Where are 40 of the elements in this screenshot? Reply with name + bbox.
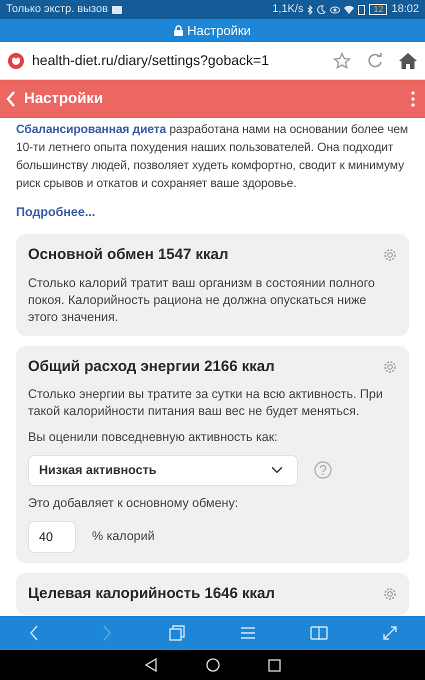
page-title: Настройки <box>187 22 251 40</box>
nav-recents-icon[interactable] <box>268 658 281 672</box>
clock-time: 18:02 <box>391 2 419 18</box>
header-title: Настройки <box>24 88 104 109</box>
percent-unit: % калорий <box>92 528 155 546</box>
battery-level: 12 <box>369 4 388 15</box>
moon-icon <box>317 5 326 14</box>
url-text[interactable]: health-diet.ru/diary/settings?goback=1 <box>32 50 269 71</box>
settings-icon[interactable] <box>383 586 397 601</box>
sim-icon <box>358 4 366 14</box>
more-options-icon[interactable] <box>411 91 415 107</box>
card-description: Столько энергии вы тратите за сутки на всю активность. При такой калорийности питания ваш вес не будет меняться. <box>28 386 384 420</box>
tabs-icon[interactable] <box>167 623 188 643</box>
message-icon <box>112 6 122 14</box>
bluetooth-icon <box>307 4 314 14</box>
activity-label: Вы оценили повседневную активность как: <box>28 429 279 446</box>
settings-icon[interactable] <box>383 360 397 374</box>
lock-icon <box>174 25 184 36</box>
eye-icon <box>330 6 340 14</box>
carrier-text: Только экстр. вызов <box>6 2 108 18</box>
star-icon[interactable] <box>333 52 351 70</box>
help-icon[interactable] <box>314 461 332 480</box>
percent-input[interactable]: 40 <box>28 520 76 552</box>
card-title: Общий расход энергии 2166 ккал <box>28 356 275 376</box>
site-logo-icon <box>8 52 24 68</box>
card-description: Столько калорий тратит ваш организм в состоянии полного покоя. Калорийность рациона не должна опускаться ниже этого значения. <box>28 274 376 326</box>
more-link[interactable]: Подробнее... <box>16 205 96 219</box>
intro-paragraph: Сбалансированная диета разработана нами на основании более чем 10-ти летнего опыта похудения наших пользователей. Она подходит большинству людей, позволяет худеть комфортно, сводит к минимуму риск срывов и откатов и сохраняет ваше здоровье. <box>16 121 409 192</box>
card-title: Основной обмен 1547 ккал <box>28 245 228 265</box>
back-icon[interactable] <box>6 91 16 107</box>
added-label: Это добавляет к основному обмену: <box>28 494 240 512</box>
card-title: Целевая калорийность 1646 ккал <box>28 584 275 604</box>
wifi-icon <box>344 5 354 14</box>
settings-icon[interactable] <box>383 248 397 262</box>
network-speed: 1,1K/s <box>272 2 304 18</box>
activity-select[interactable]: Низкая активность <box>28 454 298 486</box>
home-icon[interactable] <box>399 52 417 68</box>
reload-icon[interactable] <box>367 52 383 68</box>
nav-home-icon[interactable] <box>206 658 220 672</box>
nav-back-icon[interactable] <box>144 658 158 672</box>
